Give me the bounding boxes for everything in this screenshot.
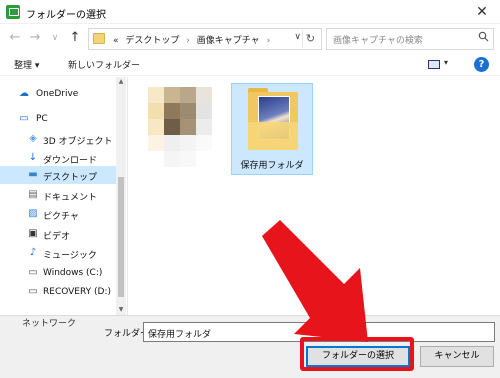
navigation-bar: ← → ∨ ↑ « デスクトップ › 画像キャプチャ › ∨ ↻ 画像キャプチャ… — [0, 25, 500, 53]
up-icon[interactable]: ↑ — [66, 29, 84, 47]
sidebar-item-label: ダウンロード — [43, 156, 98, 166]
sidebar-scrollbar[interactable]: ▲ ▼ — [116, 77, 126, 315]
sidebar-item-3d-objects[interactable]: ◈ 3D オブジェクト — [0, 130, 116, 148]
dialog-footer: ネットワーク フォルダー: 保存用フォルダ フォルダーの選択 キャンセル — [0, 315, 500, 378]
address-bar[interactable]: « デスクトップ › 画像キャプチャ › ∨ ↻ — [88, 28, 322, 50]
sidebar-item-pictures[interactable]: ▨ ピクチャ — [0, 205, 116, 223]
title-bar: フォルダーの選択 ✕ — [0, 0, 500, 24]
download-icon: ↓ — [28, 152, 38, 163]
breadcrumb: « デスクトップ › 画像キャプチャ › — [113, 33, 274, 46]
sidebar-item-label: ビデオ — [43, 232, 71, 242]
breadcrumb-overflow[interactable]: « — [113, 36, 119, 46]
music-icon: ♪ — [29, 247, 37, 258]
folder-name: 保存用フォルダ — [240, 161, 304, 171]
cube-icon: ◈ — [29, 133, 37, 144]
address-dropdown-icon[interactable]: ∨ — [294, 32, 301, 42]
scroll-up-icon[interactable]: ▲ — [116, 77, 126, 87]
picture-icon: ▨ — [28, 208, 38, 219]
breadcrumb-separator[interactable]: › — [186, 36, 190, 46]
search-icon — [478, 31, 489, 45]
drive-icon: ▭ — [28, 286, 38, 297]
sidebar-item-label: RECOVERY (D:) — [43, 287, 112, 297]
blurred-thumbnail[interactable] — [148, 87, 212, 167]
sidebar-item-documents[interactable]: ▤ ドキュメント — [0, 186, 116, 204]
organize-button[interactable]: 整理 ▾ — [14, 58, 39, 71]
cancel-button[interactable]: キャンセル — [420, 346, 494, 367]
sidebar-item-downloads[interactable]: ↓ ダウンロード — [0, 149, 116, 167]
sidebar-item-pc[interactable]: ▭ PC — [0, 110, 116, 128]
sidebar-item-label: ピクチャ — [43, 212, 79, 222]
view-icon[interactable] — [428, 60, 440, 69]
sidebar-item-network-partial[interactable]: ネットワーク — [22, 316, 76, 329]
sidebar-item-label: ミュージック — [43, 251, 97, 261]
search-input[interactable]: 画像キャプチャの検索 — [333, 33, 423, 46]
refresh-icon[interactable]: ↻ — [302, 30, 318, 48]
cloud-icon: ☁ — [19, 88, 29, 99]
folder-icon — [248, 122, 298, 150]
back-icon[interactable]: ← — [6, 29, 24, 47]
app-icon — [6, 5, 20, 19]
document-icon: ▤ — [28, 189, 38, 200]
sidebar-item-label: ドキュメント — [43, 193, 98, 203]
breadcrumb-item-capture[interactable]: 画像キャプチャ — [197, 36, 260, 46]
video-icon: ▣ — [28, 228, 38, 239]
breadcrumb-separator[interactable]: › — [267, 36, 271, 46]
close-icon[interactable]: ✕ — [468, 2, 496, 22]
forward-icon[interactable]: → — [26, 29, 44, 47]
folder-item-selected[interactable]: 保存用フォルダ — [231, 83, 313, 175]
command-bar: 整理 ▾ 新しいフォルダー ▾ ? — [0, 54, 500, 76]
sidebar-item-videos[interactable]: ▣ ビデオ — [0, 225, 116, 243]
sidebar-item-drive-c[interactable]: ▭ Windows (C:) — [0, 264, 116, 282]
sidebar-item-desktop[interactable]: ▬ デスクトップ — [0, 166, 116, 184]
sidebar-item-label: PC — [36, 114, 48, 124]
sidebar-item-label: 3D オブジェクト — [43, 137, 113, 147]
annotation-arrow-icon — [262, 220, 368, 342]
drive-icon: ▭ — [28, 267, 38, 278]
computer-icon: ▭ — [19, 113, 29, 124]
folder-icon — [93, 33, 105, 44]
new-folder-button[interactable]: 新しいフォルダー — [68, 58, 140, 71]
sidebar-item-label: デスクトップ — [43, 173, 98, 183]
sidebar-item-drive-d[interactable]: ▭ RECOVERY (D:) — [0, 283, 116, 301]
desktop-icon: ▬ — [28, 169, 38, 180]
search-box[interactable]: 画像キャプチャの検索 — [326, 28, 494, 50]
sidebar-item-music[interactable]: ♪ ミュージック — [0, 244, 116, 262]
help-icon[interactable]: ? — [474, 57, 489, 72]
sidebar-item-onedrive[interactable]: ☁ OneDrive — [0, 85, 116, 103]
sidebar-item-label: Windows (C:) — [43, 268, 103, 278]
breadcrumb-item-desktop[interactable]: デスクトップ — [125, 36, 179, 46]
navigation-pane: ☁ OneDrive ▭ PC ◈ 3D オブジェクト ↓ ダウンロード ▬ デ… — [0, 77, 126, 315]
sidebar-item-label: OneDrive — [36, 89, 79, 99]
view-dropdown-icon[interactable]: ▾ — [444, 58, 448, 67]
scrollbar-thumb[interactable] — [118, 177, 124, 297]
recent-dropdown-icon[interactable]: ∨ — [46, 29, 64, 47]
scroll-down-icon[interactable]: ▼ — [116, 305, 126, 315]
window-title: フォルダーの選択 — [26, 10, 106, 21]
